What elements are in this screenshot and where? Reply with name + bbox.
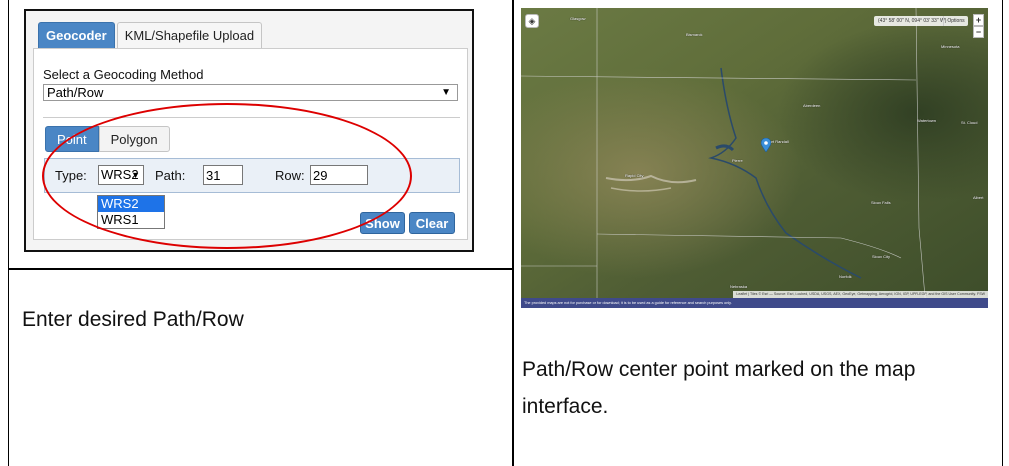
map-city-label: Glasgow xyxy=(570,16,586,21)
map-city-label: Pierre xyxy=(732,158,743,163)
map-city-label: Sioux City xyxy=(872,254,891,259)
dropdown-arrow-icon: ▼ xyxy=(441,87,451,98)
divider xyxy=(43,117,460,118)
map-city-label: Minnesota xyxy=(941,44,960,49)
show-button[interactable]: Show xyxy=(360,212,405,234)
tab-point[interactable]: Point xyxy=(45,126,99,152)
geocoder-panel: Geocoder KML/Shapefile Upload Select a G… xyxy=(24,9,474,252)
layers-icon[interactable]: ◈ xyxy=(525,14,539,28)
row-label: Row: xyxy=(275,168,305,183)
geocoder-body: Select a Geocoding Method Path/Row ▼ Poi… xyxy=(33,48,468,240)
zoom-in-button[interactable]: + xyxy=(973,14,984,26)
type-select[interactable]: WRS2 ▼ xyxy=(98,165,144,185)
map-city-label: St. Cloud xyxy=(961,120,978,125)
dropdown-arrow-icon: ▼ xyxy=(131,170,140,180)
geocoding-method-select[interactable]: Path/Row ▼ xyxy=(43,84,458,101)
tab-kml-shapefile-upload[interactable]: KML/Shapefile Upload xyxy=(116,22,263,48)
left-caption: Enter desired Path/Row xyxy=(22,308,244,331)
row-input[interactable] xyxy=(310,165,368,185)
geocoding-method-value: Path/Row xyxy=(47,85,104,100)
map-city-label: Norfolk xyxy=(839,274,852,279)
row-divider xyxy=(8,268,513,270)
geocoder-tabs: Geocoder KML/Shapefile Upload xyxy=(38,22,264,48)
geocoding-method-label: Select a Geocoding Method xyxy=(43,67,204,82)
map-city-label: Sioux Falls xyxy=(871,200,891,205)
column-divider xyxy=(512,0,514,466)
right-caption: Path/Row center point marked on the map … xyxy=(522,358,916,418)
type-option-wrs2[interactable]: WRS2 xyxy=(98,196,164,212)
path-input[interactable] xyxy=(203,165,243,185)
satellite-imagery xyxy=(521,8,988,308)
type-option-wrs1[interactable]: WRS1 xyxy=(98,212,164,228)
tab-geocoder[interactable]: Geocoder xyxy=(38,22,115,48)
map-attribution: Leaflet | Tiles © Esri — Source: Esri, i… xyxy=(733,291,988,298)
path-label: Path: xyxy=(155,168,186,183)
map-city-label: Albert xyxy=(973,195,984,200)
zoom-out-button[interactable]: − xyxy=(973,26,984,38)
tab-polygon[interactable]: Polygon xyxy=(98,126,170,152)
geometry-tabs: Point Polygon xyxy=(45,126,170,152)
map-marker-icon[interactable] xyxy=(761,138,771,152)
coordinate-text: (43° 58' 00" N, 094° 03' 33" W) xyxy=(878,18,947,24)
map-city-label: Bismarck xyxy=(686,32,703,37)
map-disclaimer-bar: The provided maps are not for purchase o… xyxy=(521,298,988,308)
map-city-label: Aberdeen xyxy=(803,103,821,108)
type-dropdown-list: WRS2 WRS1 xyxy=(97,195,165,229)
map-city-label: Rapid City xyxy=(625,173,644,178)
map-city-label: Nebraska xyxy=(730,284,748,289)
path-row-form: Type: WRS2 ▼ Path: Row: xyxy=(44,158,460,193)
map-city-label: Watertown xyxy=(917,118,936,123)
clear-button[interactable]: Clear xyxy=(409,212,455,234)
type-label: Type: xyxy=(55,168,87,183)
options-button[interactable]: Options xyxy=(943,16,968,26)
map-view[interactable]: Glasgow Bismarck Minnesota St. Cloud Abe… xyxy=(521,8,988,308)
